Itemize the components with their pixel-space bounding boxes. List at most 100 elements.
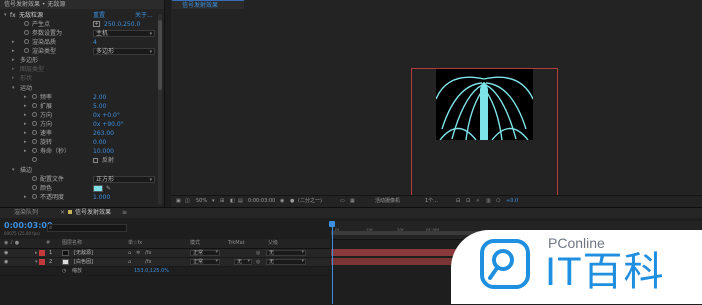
effect-row[interactable]: ▾ fx 无敌粒源 重置 关于...	[0, 11, 164, 20]
playhead-handle[interactable]	[329, 221, 335, 227]
fx-icon[interactable]: /fx	[145, 258, 151, 266]
stopwatch-icon[interactable]	[32, 103, 37, 108]
camera-icon[interactable]: ◉	[280, 198, 284, 205]
expand-arrow-icon[interactable]: ▸	[12, 56, 15, 65]
prop-profile[interactable]: 配置文件 正方形	[0, 175, 164, 184]
prop-frequency[interactable]: ▸ 频率 2.00	[0, 93, 164, 102]
fast-preview-icon[interactable]: ⚡	[476, 198, 480, 205]
property-value[interactable]: 153.0,125.0%	[134, 267, 169, 275]
stopwatch-icon[interactable]	[32, 157, 37, 162]
reflect-checkbox[interactable]	[93, 158, 98, 163]
prop-value[interactable]: 263.00	[93, 129, 114, 138]
stopwatch-icon[interactable]	[32, 148, 37, 153]
group-polygon[interactable]: ▸ 多边形	[0, 56, 164, 65]
property-row-scale[interactable]: ◷ 缩放 153.0,125.0%	[0, 267, 330, 276]
prop-value[interactable]: 250.0,250.0	[104, 20, 140, 29]
tab-signal-comp[interactable]: 信号发射效果	[75, 208, 111, 218]
stopwatch-icon[interactable]	[32, 139, 37, 144]
layer-name[interactable]: [白色固]	[74, 258, 93, 266]
stopwatch-icon[interactable]	[32, 176, 37, 181]
zoom-select[interactable]: 50%	[196, 198, 207, 205]
eyedropper-icon[interactable]: ✎	[106, 184, 111, 193]
eye-icon[interactable]: ◉	[4, 249, 8, 257]
resolution-select[interactable]: (二分之一)	[298, 198, 322, 205]
search-input[interactable]	[47, 224, 127, 232]
layout-icon[interactable]: ⊟	[456, 198, 460, 205]
prop-parameter-set[interactable]: 参数设置为 主机	[0, 29, 164, 38]
expand-arrow-icon[interactable]: ▾	[12, 166, 15, 175]
region-icon[interactable]: ▭	[340, 198, 345, 205]
snapshot-icon[interactable]: ▣	[176, 198, 181, 205]
views-select[interactable]: 1个...	[425, 198, 438, 205]
prop-direction-1[interactable]: ▸ 方向 0x +0.0°	[0, 111, 164, 120]
layer-name[interactable]: [无敌源]	[74, 249, 93, 257]
expand-arrow-icon[interactable]: ▸	[24, 120, 27, 129]
grid-icon[interactable]: ⊞	[220, 198, 224, 205]
group-shape[interactable]: ▸ 形状	[0, 74, 164, 83]
layer-row[interactable]: ◉ ▸ 1 [无敌源] ⌂ ✲ /fx 正常 ◎ 无	[0, 249, 330, 258]
channel-icon[interactable]: ●	[290, 198, 294, 205]
collapse-icon[interactable]: ✲	[136, 249, 140, 257]
exposure-value[interactable]: +0.0	[506, 198, 518, 205]
tab-composition[interactable]: 信号发射效果	[172, 0, 244, 9]
playhead[interactable]	[332, 221, 333, 304]
stopwatch-icon[interactable]	[32, 94, 37, 99]
chevron-down-icon[interactable]: ▾	[212, 198, 215, 205]
expand-arrow-icon[interactable]: ▸	[24, 138, 27, 147]
prop-value[interactable]: 1.000	[93, 193, 110, 202]
prop-value[interactable]: 0x +0.0°	[93, 111, 120, 120]
layer-row[interactable]: ◉ ▾ 2 [白色固] ⌂ /fx 正常 无 ◎ 无	[0, 258, 330, 267]
prop-value[interactable]: 2.00	[93, 93, 106, 102]
prop-rotation[interactable]: ▸ 旋转 0.00	[0, 138, 164, 147]
group-motion[interactable]: ▾ 运动	[0, 84, 164, 93]
stopwatch-icon[interactable]	[24, 39, 29, 44]
expand-arrow-icon[interactable]: ▸	[24, 147, 27, 156]
expand-arrow-icon[interactable]: ▸	[24, 129, 27, 138]
mode-dropdown[interactable]: 正常	[190, 259, 220, 265]
prop-value[interactable]: 10.000	[93, 147, 114, 156]
shy-icon[interactable]: ⌂	[128, 258, 131, 266]
frame-icon[interactable]: ⊡	[466, 198, 470, 205]
expand-arrow-icon[interactable]: ▸	[35, 249, 38, 257]
expand-arrow-icon[interactable]: ▸	[24, 193, 27, 202]
parameter-dropdown[interactable]: 主机	[93, 30, 155, 37]
prop-render-quality[interactable]: ▸ 渲染品质 4	[0, 38, 164, 47]
prop-producer-point[interactable]: 产生点 + 250.0,250.0	[0, 20, 164, 29]
about-link[interactable]: 关于...	[135, 11, 153, 20]
group-layer-type[interactable]: ▸ 图层类型	[0, 65, 164, 74]
checker-icon[interactable]: ▦	[350, 198, 355, 205]
transparency-icon[interactable]: ▤	[238, 198, 243, 205]
stopwatch-icon[interactable]	[32, 194, 37, 199]
prop-spread[interactable]: ▸ 扩展 5.00	[0, 102, 164, 111]
expand-arrow-icon[interactable]: ▾	[12, 84, 15, 93]
expand-arrow-icon[interactable]: ▸	[12, 65, 15, 74]
stopwatch-icon[interactable]	[32, 185, 37, 190]
stopwatch-icon[interactable]: ◷	[62, 267, 66, 275]
tab-render-queue[interactable]: 渲染队列	[14, 208, 38, 218]
shy-icon[interactable]: ⌂	[128, 249, 131, 257]
crosshair-icon[interactable]: +	[93, 21, 100, 27]
color-swatch[interactable]	[93, 185, 103, 192]
group-stroke[interactable]: ▾ 描边	[0, 166, 164, 175]
label-color-swatch[interactable]	[39, 259, 45, 265]
parent-dropdown[interactable]: 无	[266, 259, 306, 265]
monitor-icon[interactable]: ◫	[185, 198, 190, 205]
prop-value[interactable]: 5.00	[93, 102, 106, 111]
close-icon[interactable]: ✕	[60, 208, 65, 218]
prop-reflect[interactable]: 反射	[0, 156, 164, 165]
flowchart-icon[interactable]: ⎔	[496, 198, 500, 205]
viewer-timecode[interactable]: 0:00:03:00	[248, 198, 275, 205]
stopwatch-icon[interactable]	[24, 21, 29, 26]
stopwatch-icon[interactable]	[32, 130, 37, 135]
fx-icon[interactable]: /fx	[145, 249, 151, 257]
menu-icon[interactable]: ≡	[122, 208, 127, 218]
expand-arrow-icon[interactable]: ▸	[24, 93, 27, 102]
col-source-name[interactable]: 图层名称	[62, 240, 82, 247]
expand-arrow-icon[interactable]: ▸	[12, 47, 15, 56]
parent-dropdown[interactable]: 无	[266, 250, 306, 256]
profile-dropdown[interactable]: 正方形	[93, 176, 155, 183]
reset-link[interactable]: 重置	[93, 11, 105, 20]
mask-icon[interactable]: ◧	[230, 198, 235, 205]
timeline-icon[interactable]: ▥	[486, 198, 491, 205]
current-time[interactable]: 0:00:03:00	[4, 221, 53, 230]
